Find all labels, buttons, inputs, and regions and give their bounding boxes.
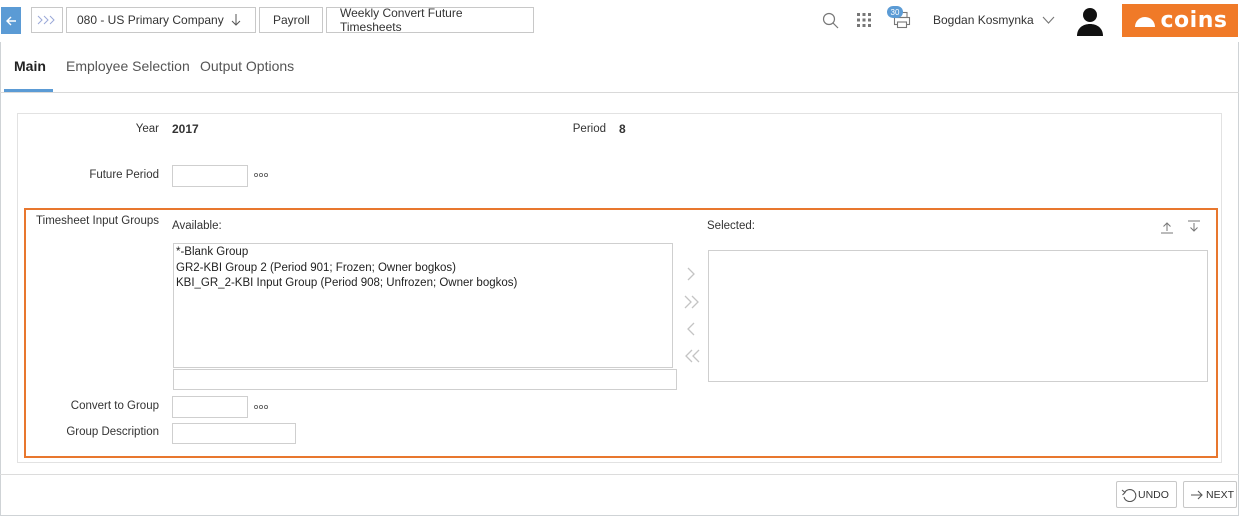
user-avatar-icon	[1077, 7, 1103, 36]
move-to-top-button[interactable]	[1159, 219, 1175, 235]
undo-label: UNDO	[1138, 488, 1169, 501]
breadcrumb-home[interactable]	[31, 7, 63, 33]
search-button[interactable]	[820, 10, 840, 30]
breadcrumb-company[interactable]: 080 - US Primary Company	[66, 7, 256, 33]
double-chevron-right-icon	[684, 295, 699, 309]
move-bottom-icon	[1188, 220, 1200, 232]
period-label: Period	[572, 123, 606, 135]
breadcrumb-current[interactable]: Weekly Convert Future Timesheets	[326, 6, 534, 34]
active-tab-indicator	[4, 89, 53, 92]
convert-to-group-input[interactable]	[172, 396, 248, 418]
ellipsis-icon	[253, 404, 269, 410]
chevron-left-icon	[687, 322, 695, 336]
undo-button[interactable]: UNDO	[1116, 481, 1177, 508]
notification-count-badge: 30	[887, 6, 903, 18]
back-button[interactable]	[1, 7, 21, 34]
group-description-label: Group Description	[66, 426, 159, 438]
future-period-lookup-button[interactable]	[253, 170, 269, 181]
list-item[interactable]: KBI_GR_2-KBI Input Group (Period 908; Un…	[174, 276, 672, 292]
list-item[interactable]: *-Blank Group	[174, 245, 672, 261]
year-label: Year	[135, 123, 159, 135]
group-description-input[interactable]	[172, 423, 296, 444]
available-label: Available:	[172, 220, 222, 232]
user-menu-toggle[interactable]	[1041, 12, 1055, 28]
move-top-icon	[1161, 222, 1173, 234]
brand-text: coins	[1160, 8, 1228, 33]
move-right-button[interactable]	[685, 266, 697, 287]
timesheet-groups-label: Timesheet Input Groups	[36, 215, 159, 227]
tab-main[interactable]: Main	[14, 58, 46, 74]
list-item[interactable]: GR2-KBI Group 2 (Period 901; Frozen; Own…	[174, 261, 672, 277]
breadcrumb-payroll-label: Payroll	[273, 13, 310, 27]
ellipsis-icon	[253, 172, 269, 178]
undo-icon	[1121, 488, 1137, 502]
top-bar: 080 - US Primary Company Payroll Weekly …	[0, 0, 1239, 42]
future-period-input[interactable]	[172, 165, 248, 187]
future-period-label: Future Period	[89, 169, 159, 181]
selected-groups-list[interactable]	[708, 250, 1208, 382]
apps-button[interactable]	[855, 11, 873, 29]
tab-output-options[interactable]: Output Options	[200, 58, 294, 74]
move-all-left-button[interactable]	[683, 348, 701, 369]
chevrons-right-icon	[37, 15, 55, 25]
search-icon	[822, 12, 838, 28]
selected-label: Selected:	[707, 220, 755, 232]
tab-employee-selection[interactable]: Employee Selection	[66, 58, 190, 74]
move-left-button[interactable]	[685, 321, 697, 342]
double-chevron-left-icon	[685, 349, 700, 363]
convert-to-group-lookup-button[interactable]	[253, 402, 269, 413]
coins-logo-icon	[1134, 16, 1155, 27]
period-value: 8	[619, 122, 626, 136]
move-all-right-button[interactable]	[683, 294, 701, 315]
next-button[interactable]: NEXT	[1183, 481, 1237, 508]
breadcrumb-company-label: 080 - US Primary Company	[77, 13, 224, 27]
chevron-right-icon	[687, 267, 695, 281]
brand-logo: coins	[1122, 4, 1238, 37]
available-filter-input[interactable]	[173, 369, 677, 390]
arrow-right-icon	[1191, 490, 1203, 499]
year-value: 2017	[172, 122, 199, 136]
breadcrumb-payroll[interactable]: Payroll	[259, 7, 323, 33]
breadcrumb-current-label: Weekly Convert Future Timesheets	[340, 6, 463, 34]
move-to-bottom-button[interactable]	[1186, 219, 1202, 235]
user-name[interactable]: Bogdan Kosmynka	[933, 13, 1034, 27]
user-avatar[interactable]	[1075, 5, 1105, 36]
next-label: NEXT	[1206, 488, 1235, 501]
available-groups-list[interactable]: *-Blank Group GR2-KBI Group 2 (Period 90…	[173, 243, 673, 368]
apps-grid-icon	[857, 13, 871, 27]
back-arrow-icon	[6, 16, 16, 25]
chevron-down-icon	[1042, 16, 1054, 24]
convert-to-group-label: Convert to Group	[70, 400, 159, 412]
tab-bar: Main Employee Selection Output Options	[0, 43, 1239, 93]
footer-bar: UNDO NEXT	[0, 474, 1239, 516]
arrow-down-icon	[231, 14, 241, 26]
